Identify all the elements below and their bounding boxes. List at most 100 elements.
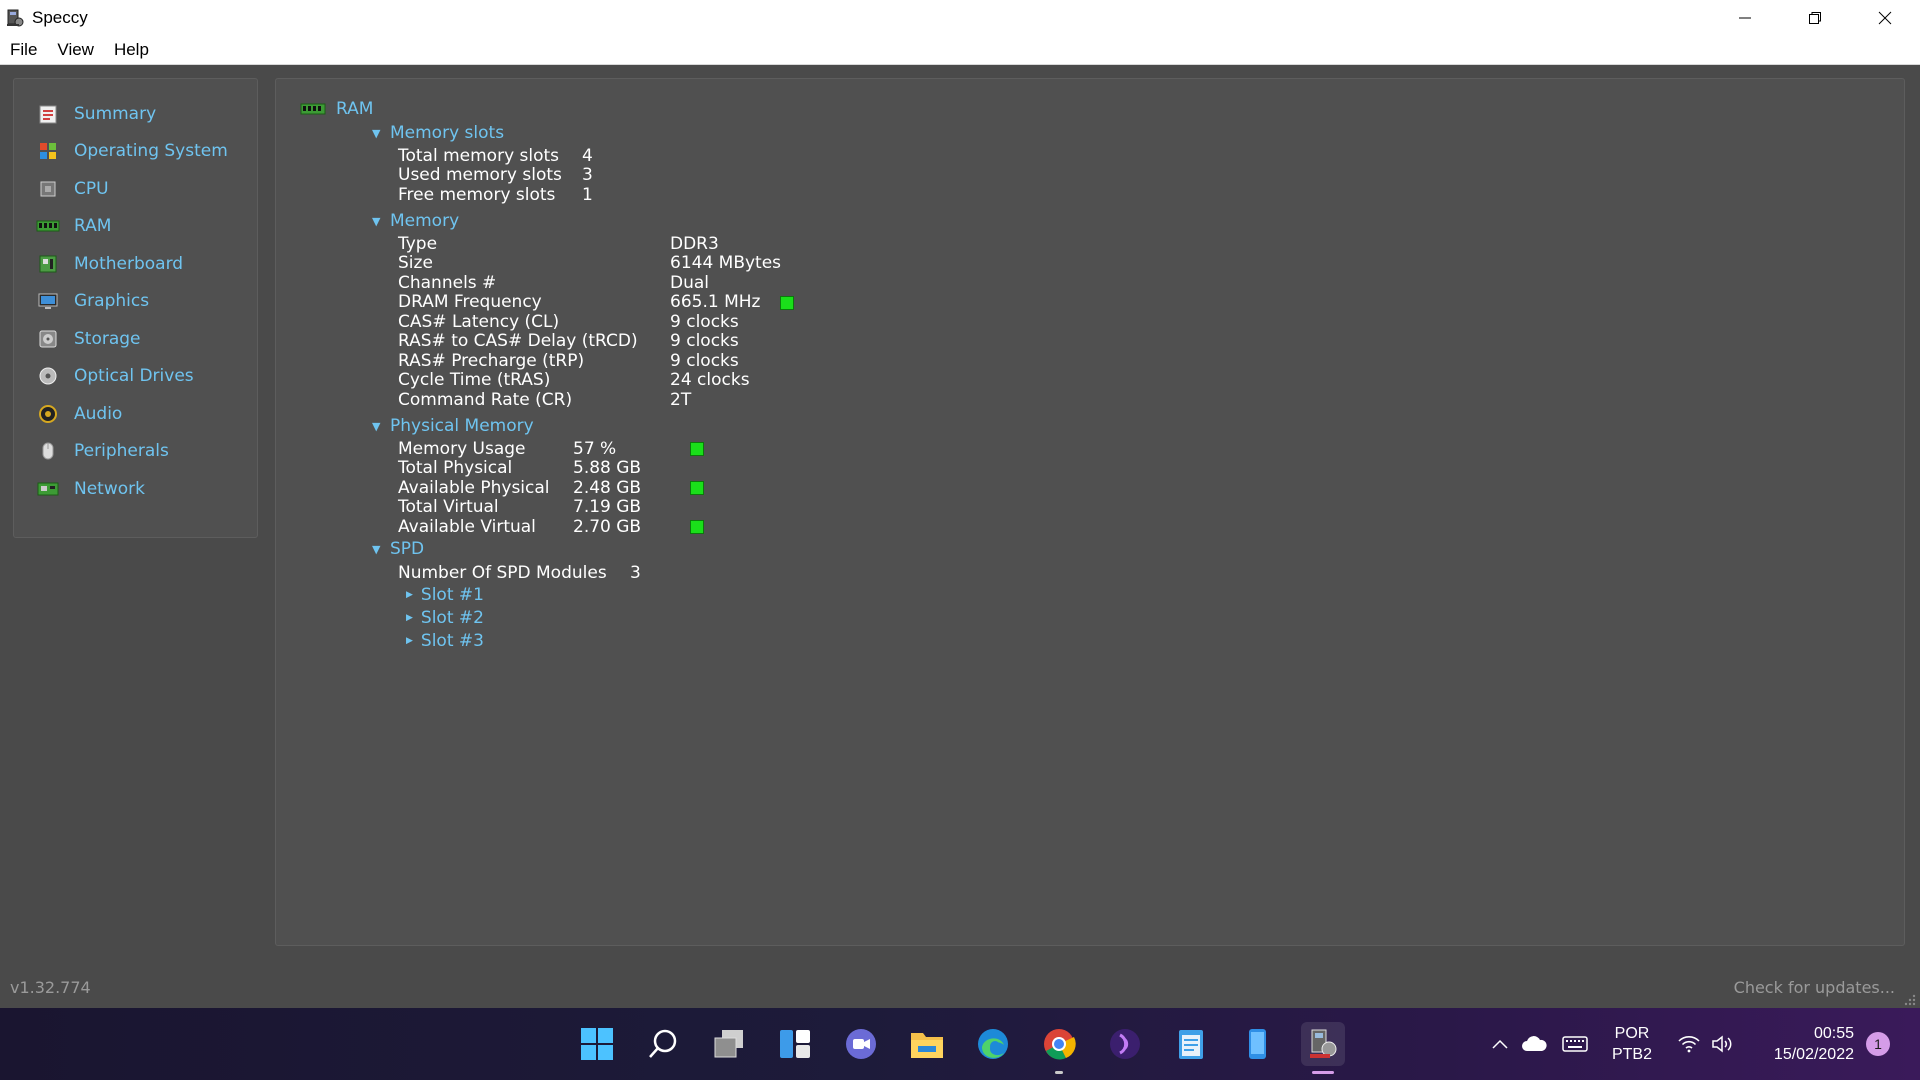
chevron-up-icon [1492, 1039, 1508, 1049]
clock-date: 15/02/2022 [1773, 1046, 1854, 1063]
sidebar: Summary Operating System CPU RAM Motherb… [13, 78, 258, 538]
chevron-right-icon: ▶ [406, 590, 413, 600]
property-row: Cycle Time (tRAS) 24 clocks [398, 370, 750, 391]
phone-app-button[interactable] [1235, 1022, 1279, 1066]
start-button[interactable] [575, 1022, 619, 1066]
mouse-icon [36, 439, 60, 463]
sidebar-item-label: Peripherals [74, 441, 169, 462]
chat-button[interactable] [839, 1022, 883, 1066]
notepad-button[interactable] [1169, 1022, 1213, 1066]
disc-icon [36, 364, 60, 388]
sidebar-item-cpu[interactable]: CPU [14, 170, 257, 208]
window-title: Speccy [32, 8, 88, 27]
wifi-button[interactable] [1674, 1026, 1704, 1062]
speccy-app-icon [4, 7, 26, 29]
section-title: RAM [300, 99, 373, 119]
active-indicator [1312, 1071, 1334, 1074]
speaker-icon [36, 402, 60, 426]
language-indicator[interactable]: POR PTB2 [1600, 1022, 1664, 1066]
sidebar-item-ram[interactable]: RAM [14, 208, 257, 246]
property-row: Channels # Dual [398, 272, 710, 293]
phone-app-icon [1249, 1029, 1266, 1059]
sidebar-item-label: Motherboard [74, 253, 184, 274]
taskbar-search-button[interactable] [641, 1022, 685, 1066]
speccy-taskbar-button[interactable] [1301, 1022, 1345, 1066]
sidebar-item-peripherals[interactable]: Peripherals [14, 433, 257, 471]
chevron-down-icon: ▼ [372, 542, 381, 556]
sidebar-item-summary[interactable]: Summary [14, 95, 257, 133]
edge-button[interactable] [971, 1022, 1015, 1066]
spd-node[interactable]: ▼ SPD [372, 539, 424, 559]
menu-file[interactable]: File [0, 40, 47, 60]
sidebar-item-label: Operating System [74, 141, 228, 162]
keyboard-icon [1562, 1036, 1588, 1052]
menu-bar: File View Help [0, 36, 1920, 65]
memory-node[interactable]: ▼ Memory [372, 211, 459, 231]
file-explorer-button[interactable] [905, 1022, 949, 1066]
motherboard-icon [36, 252, 60, 276]
status-bar: v1.32.774 Check for updates... [0, 968, 1920, 1008]
onedrive-button[interactable] [1520, 1026, 1548, 1062]
clock[interactable]: 00:55 15/02/2022 [1748, 1022, 1854, 1066]
volume-icon [1712, 1035, 1732, 1053]
task-view-icon [714, 1030, 743, 1058]
ram-icon [300, 99, 326, 119]
sidebar-item-label: Network [74, 478, 145, 499]
running-indicator [1055, 1071, 1063, 1074]
property-row: Command Rate (CR) 2T [398, 389, 692, 410]
sidebar-item-label: CPU [74, 178, 109, 199]
start-icon [581, 1028, 613, 1060]
status-indicator [690, 442, 704, 456]
sidebar-item-label: Audio [74, 403, 123, 424]
widgets-button[interactable] [773, 1022, 817, 1066]
spd-slot-3[interactable]: ▶ Slot #3 [406, 631, 484, 651]
file-explorer-icon [911, 1033, 943, 1058]
restore-button[interactable] [1780, 0, 1850, 36]
wifi-icon [1678, 1036, 1700, 1053]
sidebar-item-label: RAM [74, 216, 112, 237]
property-row: CAS# Latency (CL) 9 clocks [398, 311, 739, 332]
menu-help[interactable]: Help [104, 40, 159, 60]
check-updates-link[interactable]: Check for updates... [1734, 978, 1895, 997]
minimize-icon [1739, 17, 1751, 19]
property-row: Total memory slots 4 [398, 145, 593, 166]
property-row: Memory Usage 57 % [398, 439, 704, 459]
touch-keyboard-button[interactable] [1560, 1026, 1590, 1062]
page-title: RAM [336, 99, 374, 119]
windows-flag-icon [36, 139, 60, 163]
sidebar-item-network[interactable]: Network [14, 470, 257, 508]
cloud-icon [1522, 1036, 1547, 1051]
property-row: RAS# to CAS# Delay (tRCD) 9 clocks [398, 331, 739, 352]
close-button[interactable] [1850, 0, 1920, 36]
resize-grip-icon[interactable] [1902, 992, 1916, 1006]
chevron-down-icon: ▼ [372, 214, 381, 228]
status-indicator [690, 481, 704, 495]
task-view-button[interactable] [707, 1022, 751, 1066]
sidebar-item-audio[interactable]: Audio [14, 395, 257, 433]
sidebar-item-graphics[interactable]: Graphics [14, 283, 257, 321]
property-row: Size 6144 MBytes [398, 253, 782, 274]
notification-badge[interactable]: 1 [1866, 1032, 1890, 1056]
volume-button[interactable] [1708, 1026, 1738, 1062]
chevron-right-icon: ▶ [406, 636, 413, 646]
minimize-button[interactable] [1710, 0, 1780, 36]
sidebar-item-motherboard[interactable]: Motherboard [14, 245, 257, 283]
sidebar-item-operating-system[interactable]: Operating System [14, 133, 257, 171]
sidebar-item-label: Graphics [74, 291, 150, 312]
spd-slot-1[interactable]: ▶ Slot #1 [406, 585, 484, 605]
chrome-icon [1044, 1029, 1076, 1060]
menu-view[interactable]: View [47, 40, 104, 60]
podcast-app-button[interactable] [1103, 1022, 1147, 1066]
widgets-icon [780, 1030, 810, 1058]
title-bar: Speccy [0, 0, 1920, 36]
chrome-button[interactable] [1037, 1022, 1081, 1066]
sidebar-item-label: Optical Drives [74, 366, 194, 387]
summary-icon [36, 102, 60, 126]
physical-memory-node[interactable]: ▼ Physical Memory [372, 416, 534, 436]
memory-slots-node[interactable]: ▼ Memory slots [372, 123, 504, 143]
sidebar-item-storage[interactable]: Storage [14, 320, 257, 358]
show-hidden-icons-button[interactable] [1488, 1026, 1512, 1062]
property-row: Available Physical 2.48 GB [398, 478, 704, 498]
spd-slot-2[interactable]: ▶ Slot #2 [406, 608, 484, 628]
sidebar-item-optical-drives[interactable]: Optical Drives [14, 358, 257, 396]
